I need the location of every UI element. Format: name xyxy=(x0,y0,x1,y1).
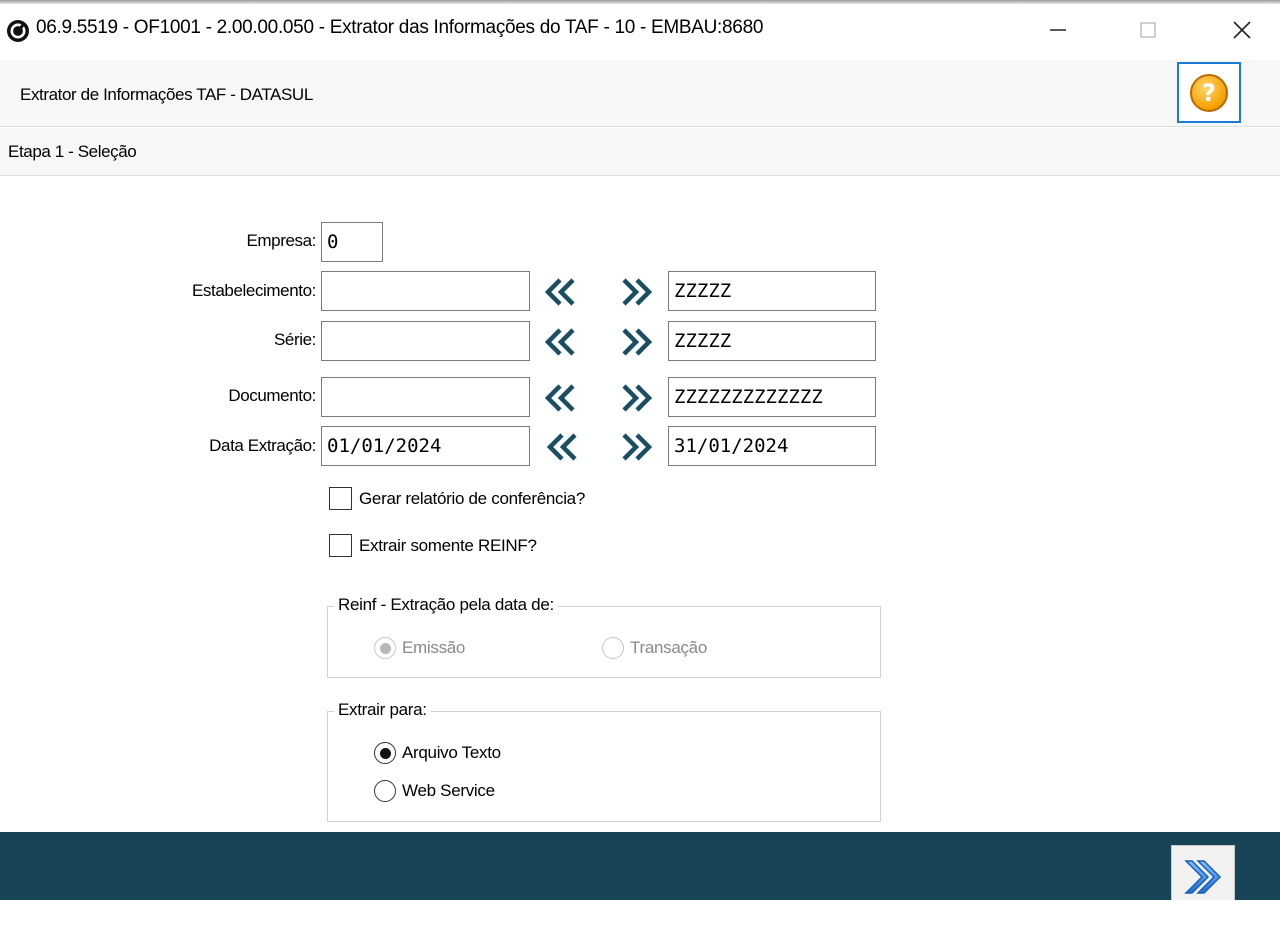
estabelecimento-to-input[interactable] xyxy=(668,271,876,311)
window-top-border xyxy=(0,0,1280,4)
radio-emissao[interactable]: Emissão xyxy=(374,637,465,659)
data-extracao-to-input[interactable] xyxy=(668,426,876,466)
serie-from-input[interactable] xyxy=(321,321,530,361)
last-value-icon[interactable] xyxy=(620,325,654,359)
radio-button[interactable] xyxy=(374,742,396,764)
next-double-arrow-icon xyxy=(1184,860,1222,894)
empresa-input[interactable] xyxy=(321,222,383,262)
radio-button[interactable] xyxy=(374,637,396,659)
close-button[interactable] xyxy=(1220,10,1264,50)
window-titlebar: 06.9.5519 - OF1001 - 2.00.00.050 - Extra… xyxy=(0,0,1280,60)
extrair-group-title: Extrair para: xyxy=(334,700,431,720)
emissao-label: Emissão xyxy=(402,638,466,657)
empresa-label: Empresa: xyxy=(246,231,316,250)
help-button[interactable]: ? xyxy=(1177,62,1241,123)
radio-arquivo-texto[interactable]: Arquivo Texto xyxy=(374,742,501,764)
reinf-group-title: Reinf - Extração pela data de: xyxy=(334,595,558,615)
serie-to-input[interactable] xyxy=(668,321,876,361)
data-extracao-label: Data Extração: xyxy=(209,436,316,455)
documento-label: Documento: xyxy=(228,386,316,405)
transacao-label: Transação xyxy=(630,638,707,657)
minimize-button[interactable] xyxy=(1036,10,1080,50)
last-value-icon[interactable] xyxy=(620,275,654,309)
documento-from-input[interactable] xyxy=(321,377,530,417)
checkbox-box[interactable] xyxy=(329,534,352,557)
extrair-para-group: Extrair para: Arquivo Texto Web Service xyxy=(327,700,881,822)
radio-button[interactable] xyxy=(602,637,624,659)
close-icon xyxy=(1233,21,1251,39)
web-service-label: Web Service xyxy=(402,781,495,800)
window-title: 06.9.5519 - OF1001 - 2.00.00.050 - Extra… xyxy=(36,17,764,38)
first-value-icon[interactable] xyxy=(545,430,579,464)
last-value-icon[interactable] xyxy=(620,430,654,464)
extrair-reinf-checkbox[interactable]: Extrair somente REINF? xyxy=(329,534,537,557)
totvs-logo-icon xyxy=(7,20,29,42)
page-title: Extrator de Informações TAF - DATASUL xyxy=(20,85,313,104)
data-extracao-from-input[interactable] xyxy=(321,426,530,466)
radio-button[interactable] xyxy=(374,780,396,802)
arquivo-texto-label: Arquivo Texto xyxy=(402,743,501,762)
step-title: Etapa 1 - Seleção xyxy=(8,142,137,161)
last-value-icon[interactable] xyxy=(620,381,654,415)
radio-web-service[interactable]: Web Service xyxy=(374,780,495,802)
footer-bar xyxy=(0,832,1280,900)
estabelecimento-from-input[interactable] xyxy=(321,271,530,311)
help-question-icon: ? xyxy=(1190,73,1228,112)
first-value-icon[interactable] xyxy=(543,325,577,359)
estabelecimento-label: Estabelecimento: xyxy=(191,281,316,300)
documento-to-input[interactable] xyxy=(668,377,876,417)
serie-label: Série: xyxy=(273,330,316,349)
maximize-button[interactable] xyxy=(1126,10,1170,50)
radio-transacao[interactable]: Transação xyxy=(602,637,707,659)
page-header: Extrator de Informações TAF - DATASUL xyxy=(0,60,1280,127)
window-bottom-area xyxy=(0,900,1280,932)
extrair-reinf-label: Extrair somente REINF? xyxy=(359,535,537,555)
gerar-relatorio-label: Gerar relatório de conferência? xyxy=(359,488,585,508)
minimize-icon xyxy=(1050,29,1066,31)
gerar-relatorio-checkbox[interactable]: Gerar relatório de conferência? xyxy=(329,487,585,510)
checkbox-box[interactable] xyxy=(329,487,352,510)
first-value-icon[interactable] xyxy=(543,275,577,309)
reinf-extracao-group: Reinf - Extração pela data de: Emissão T… xyxy=(327,595,881,678)
step-bar: Etapa 1 - Seleção xyxy=(0,128,1280,176)
maximize-icon xyxy=(1140,22,1156,38)
first-value-icon[interactable] xyxy=(543,381,577,415)
